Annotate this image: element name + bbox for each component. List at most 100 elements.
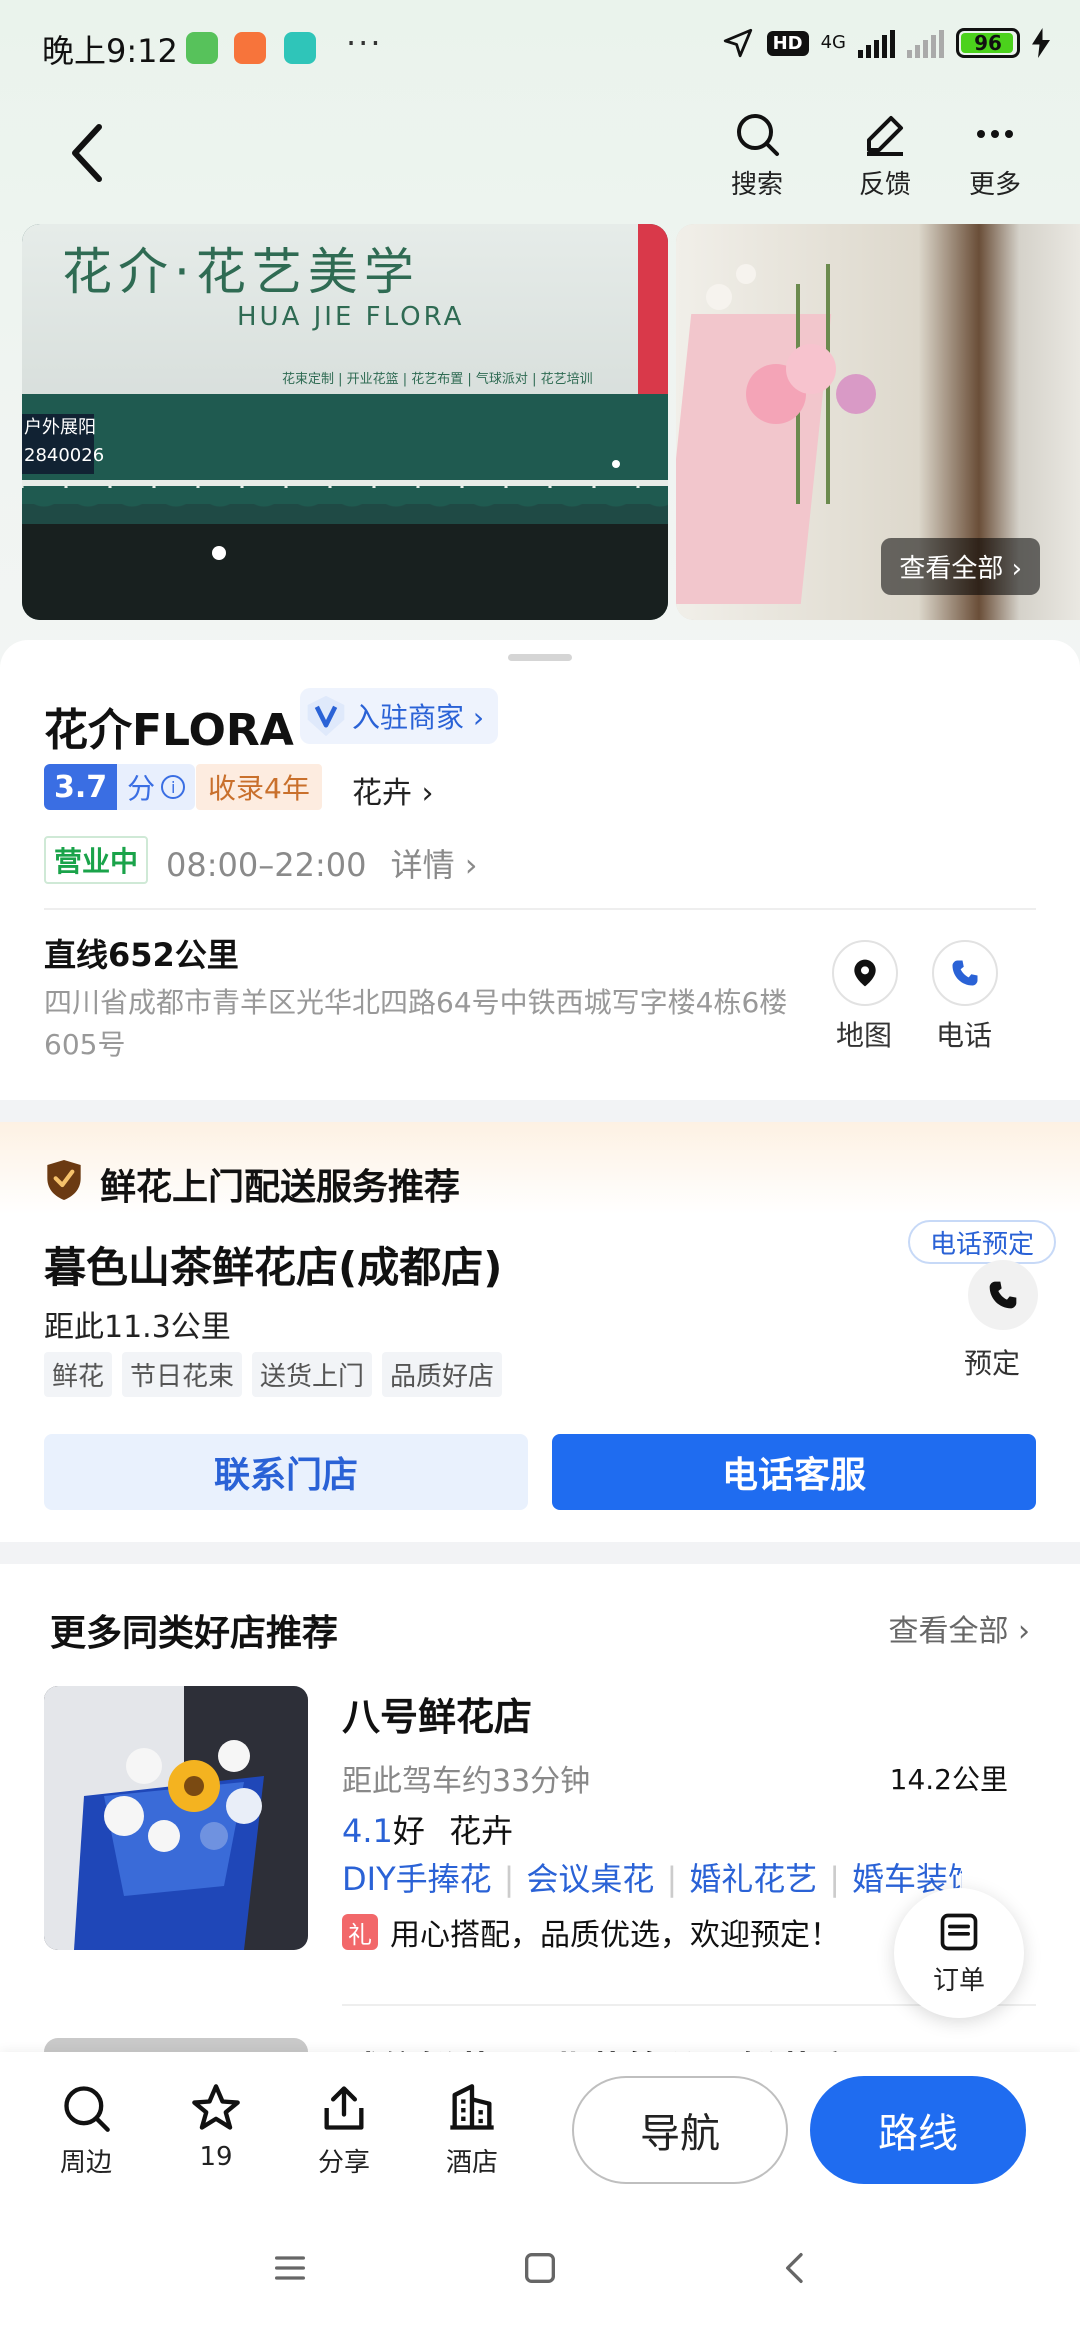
search-icon — [64, 2086, 110, 2132]
shopping-notification-icon — [234, 32, 266, 64]
verified-merchant-label: 入驻商家 › — [352, 701, 485, 734]
order-list-icon — [940, 1913, 978, 1950]
phone-label: 电话 — [935, 1019, 992, 1052]
home-square-icon — [525, 2253, 555, 2283]
flower-bloom — [836, 374, 876, 414]
map-button[interactable] — [832, 940, 898, 1006]
see-all-photos-button[interactable]: 查看全部 › — [881, 538, 1040, 595]
signal-2-icon — [907, 28, 944, 58]
flower-bloom — [706, 284, 732, 310]
listed-years-tag: 收录4年 — [196, 764, 322, 810]
similar-shops-see-all[interactable]: 查看全部 › — [888, 1606, 1030, 1650]
delivery-tags: 鲜花 节日花束 送货上门 品质好店 — [44, 1352, 503, 1397]
map-notification-icon — [284, 32, 316, 64]
rec-tag: 会议桌花 — [526, 1860, 655, 1898]
back-nav-button[interactable] — [776, 2248, 816, 2292]
shield-check-icon — [47, 1160, 81, 1200]
rec-rating: 4.1好 花卉 — [342, 1806, 513, 1852]
favorites-count: 19 — [199, 2142, 233, 2172]
order-label: 订单 — [932, 1965, 985, 1996]
rec-category: 花卉 — [449, 1812, 514, 1850]
nearby-label: 周边 — [59, 2148, 112, 2178]
delivery-tag: 节日花束 — [122, 1352, 243, 1397]
similar-shops-card: 更多同类好店推荐 查看全部 › 八号鲜花店 距此驾车约33分钟 14.2公里 4… — [0, 1564, 1080, 2098]
reserve-phone-button[interactable] — [968, 1260, 1038, 1330]
rating-badge[interactable]: 3.7 分 i — [44, 764, 196, 810]
hotel-button[interactable]: 酒店 — [422, 2082, 522, 2179]
sign-services-text: 花束定制 | 开业花篮 | 花艺布置 | 气球派对 | 花艺培训 — [282, 372, 593, 387]
gift-icon: 礼 — [342, 1914, 378, 1950]
charging-icon — [1032, 28, 1050, 58]
top-nav: 搜索 反馈 更多 — [0, 96, 1080, 216]
more-notifications-icon: ··· — [346, 24, 383, 62]
order-floating-button[interactable]: 订单 — [894, 1888, 1024, 2018]
drag-handle[interactable] — [508, 654, 572, 661]
menu-nav-button[interactable] — [270, 2248, 310, 2292]
sign-english-text: HUA JIE FLORA — [237, 302, 465, 332]
sign-phone-tag: 户外展阳 2840026 — [22, 414, 104, 474]
feedback-label: 反馈 — [858, 170, 911, 200]
contact-store-button[interactable]: 联系门店 — [44, 1434, 528, 1510]
home-nav-button[interactable] — [520, 2248, 560, 2292]
share-label: 分享 — [317, 2148, 370, 2178]
navigate-button[interactable]: 导航 — [572, 2076, 788, 2184]
shop-info-card: 花介FLORA 入驻商家 › 3.7 分 i 收录4年 花卉 › 营业中 08:… — [0, 640, 1080, 1100]
rec-shop-name[interactable]: 八号鲜花店 — [342, 1686, 532, 1741]
straight-distance: 直线652公里 — [44, 936, 239, 974]
phone-reserve-pill[interactable]: 电话预定 — [908, 1220, 1057, 1264]
share-button[interactable]: 分享 — [294, 2082, 394, 2179]
hotel-label: 酒店 — [445, 2148, 498, 2178]
delivery-title: 鲜花上门配送服务推荐 — [100, 1167, 461, 1208]
hotel-building-icon — [450, 2084, 494, 2130]
flower-bloom — [736, 264, 756, 284]
opening-hours[interactable]: 08:00–22:00 详情 › — [166, 840, 478, 886]
route-button[interactable]: 路线 — [810, 2076, 1026, 2184]
back-button[interactable] — [52, 118, 122, 188]
rec-tag: 婚礼花艺 — [689, 1860, 818, 1898]
verified-v-icon — [300, 688, 352, 744]
network-type: 4G — [820, 32, 846, 53]
location-arrow-icon — [723, 28, 752, 58]
category-link[interactable]: 花卉 › — [352, 768, 434, 812]
delivery-store-name[interactable]: 暮色山茶鲜花店(成都店) — [44, 1234, 502, 1295]
hours-value: 08:00–22:00 — [166, 846, 367, 884]
signal-icon — [858, 28, 895, 58]
feedback-button[interactable]: 反馈 — [840, 110, 930, 201]
status-time: 晚上9:12 — [42, 32, 178, 70]
hours-detail-link[interactable]: 详情 › — [391, 846, 478, 884]
divider — [44, 908, 1036, 910]
phone-service-button[interactable]: 电话客服 — [552, 1434, 1036, 1510]
rec-promo-text: 用心搭配，品质优选，欢迎预定！ — [390, 1918, 840, 1953]
info-icon: i — [161, 775, 186, 799]
flower-bloom — [786, 344, 836, 394]
ceiling-light — [212, 546, 226, 560]
shop-thumbnail[interactable] — [44, 1686, 308, 1950]
shop-sign: 花介·花艺美学 HUA JIE FLORA 花束定制 | 开业花篮 | 花艺布置… — [22, 224, 642, 414]
delivery-tag: 品质好店 — [382, 1352, 503, 1397]
map-pin-icon — [854, 959, 876, 987]
rec-promo: 礼 用心搭配，品质优选，欢迎预定！ — [342, 1910, 840, 1954]
rec-score-word: 好 — [392, 1812, 425, 1850]
open-status-badge: 营业中 — [44, 836, 149, 884]
storefront-photo[interactable]: 花介·花艺美学 HUA JIE FLORA 花束定制 | 开业花篮 | 花艺布置… — [22, 224, 668, 620]
similar-shops-title: 更多同类好店推荐 — [50, 1613, 339, 1654]
phone-button[interactable] — [932, 940, 998, 1006]
delivery-tag: 送货上门 — [252, 1352, 373, 1397]
more-label: 更多 — [968, 170, 1021, 200]
edit-pencil-icon — [867, 116, 903, 156]
ceiling-light — [612, 460, 620, 468]
status-bar: 晚上9:12 ··· HD 4G 96 — [0, 0, 1080, 96]
shop-address[interactable]: 四川省成都市青羊区光华北四路64号中铁西城写字楼4栋6楼605号 — [44, 982, 824, 1066]
nearby-button[interactable]: 周边 — [36, 2082, 136, 2179]
search-button[interactable]: 搜索 — [712, 110, 802, 201]
shop-name: 花介FLORA — [44, 705, 294, 756]
more-button[interactable]: 更多 — [950, 110, 1040, 201]
system-navigation-bar — [0, 2208, 1080, 2340]
reserve-label: 预定 — [964, 1347, 1021, 1380]
hd-icon: HD — [766, 30, 809, 56]
verified-merchant-badge[interactable]: 入驻商家 › — [300, 688, 499, 744]
favorite-button[interactable]: 19 — [166, 2082, 266, 2172]
rec-tag: DIY手捧花 — [342, 1860, 492, 1898]
phone-icon — [989, 1281, 1017, 1309]
share-icon — [324, 2086, 364, 2130]
